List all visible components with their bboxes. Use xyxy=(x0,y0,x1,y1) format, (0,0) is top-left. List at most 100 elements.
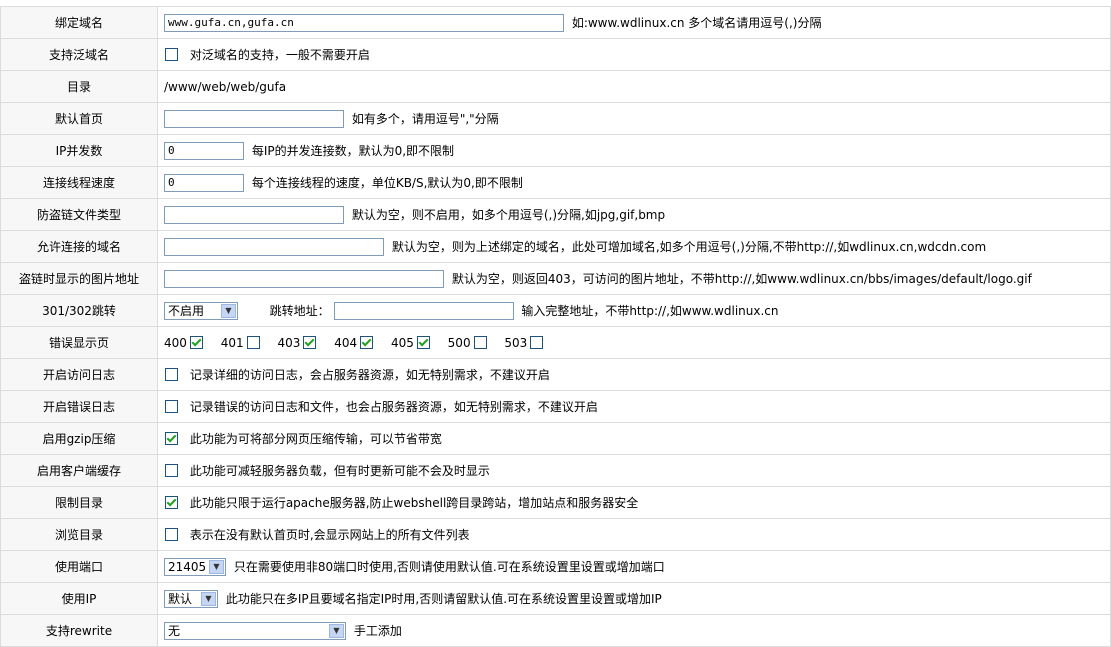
row-limitdir: 限制目录 此功能只限于运行apache服务器,防止webshell跨目录跨站，增… xyxy=(0,486,1111,519)
label-errorlog: 开启错误日志 xyxy=(0,390,158,423)
ipconn-input[interactable] xyxy=(164,141,244,160)
error-code-400: 400 xyxy=(164,335,187,350)
antileech-input[interactable] xyxy=(164,205,344,224)
gzip-hint: 此功能为可将部分网页压缩传输，可以节省带宽 xyxy=(189,432,442,446)
antileech-hint: 默认为空，则不启用，如多个用逗号(,)分隔,如jpg,gif,bmp xyxy=(351,208,666,222)
row-ipconn: IP并发数 每IP的并发连接数，默认为0,即不限制 xyxy=(0,134,1111,167)
label-limitdir: 限制目录 xyxy=(0,486,158,519)
label-port: 使用端口 xyxy=(0,550,158,583)
chevron-down-icon: ▼ xyxy=(221,303,236,318)
gzip-checkbox[interactable] xyxy=(165,432,178,445)
row-errorpage: 错误显示页 400 401 403 404 405 500 503 xyxy=(0,326,1111,359)
label-ipconn: IP并发数 xyxy=(0,134,158,167)
port-select[interactable]: 21405 ▼ xyxy=(164,557,226,576)
dir-value: /www/web/web/gufa xyxy=(164,79,287,94)
domain-input[interactable] xyxy=(164,13,564,32)
wildcard-hint: 对泛域名的支持，一般不需要开启 xyxy=(189,48,370,62)
label-index: 默认首页 xyxy=(0,102,158,135)
port-select-value: 21405 xyxy=(168,559,207,574)
wildcard-checkbox[interactable] xyxy=(165,48,178,61)
row-redirect: 301/302跳转 不启用 ▼ 跳转地址： 输入完整地址，不带http://,如… xyxy=(0,294,1111,327)
redirect-select[interactable]: 不启用 ▼ xyxy=(164,301,238,320)
useip-select-value: 默认 xyxy=(168,591,193,606)
browse-hint: 表示在没有默认首页时,会显示网站上的所有文件列表 xyxy=(189,528,470,542)
label-speed: 连接线程速度 xyxy=(0,166,158,199)
row-useip: 使用IP 默认 ▼ 此功能只在多IP且要域名指定IP时用,否则请留默认值.可在系… xyxy=(0,582,1111,615)
error-page-405-checkbox[interactable] xyxy=(416,336,430,350)
row-browse: 浏览目录 表示在没有默认首页时,会显示网站上的所有文件列表 xyxy=(0,518,1111,551)
row-allowdomain: 允许连接的域名 默认为空，则为上述绑定的域名，此处可增加域名,如多个用逗号(,)… xyxy=(0,230,1111,263)
error-page-500-checkbox[interactable] xyxy=(473,336,487,350)
redirect-hint: 输入完整地址，不带http://,如www.wdlinux.cn xyxy=(521,304,779,318)
limitdir-checkbox[interactable] xyxy=(165,496,178,509)
limitdir-hint: 此功能只限于运行apache服务器,防止webshell跨目录跨站，增加站点和服… xyxy=(189,496,639,510)
error-code-500: 500 xyxy=(447,335,471,350)
label-gzip: 启用gzip压缩 xyxy=(0,422,158,455)
rewrite-select-value: 无 xyxy=(168,623,181,638)
browse-checkbox[interactable] xyxy=(165,528,178,541)
error-code-401: 401 xyxy=(220,335,244,350)
rewrite-hint: 手工添加 xyxy=(353,624,402,638)
row-rewrite: 支持rewrite 无 ▼ 手工添加 xyxy=(0,614,1111,647)
error-page-list: 400 401 403 404 405 500 503 xyxy=(164,335,547,350)
label-domain: 绑定域名 xyxy=(0,6,158,39)
allowdomain-hint: 默认为空，则为上述绑定的域名，此处可增加域名,如多个用逗号(,)分隔,不带htt… xyxy=(391,240,987,254)
allowdomain-input[interactable] xyxy=(164,237,384,256)
error-page-400-checkbox[interactable] xyxy=(189,336,203,350)
leechimg-hint: 默认为空，则返回403，可访问的图片地址，不带http://,如www.wdli… xyxy=(451,272,1032,286)
label-rewrite: 支持rewrite xyxy=(0,614,158,647)
row-index: 默认首页 如有多个，请用逗号","分隔 xyxy=(0,102,1111,135)
chevron-down-icon: ▼ xyxy=(209,559,224,574)
rewrite-select[interactable]: 无 ▼ xyxy=(164,621,346,640)
useip-select[interactable]: 默认 ▼ xyxy=(164,589,218,608)
index-input[interactable] xyxy=(164,109,344,128)
label-errorpage: 错误显示页 xyxy=(0,326,158,359)
cache-checkbox[interactable] xyxy=(165,464,178,477)
row-dir: 目录 /www/web/web/gufa xyxy=(0,70,1111,103)
row-errorlog: 开启错误日志 记录错误的访问日志和文件，也会占服务器资源，如无特别需求，不建议开… xyxy=(0,390,1111,423)
redirect-input[interactable] xyxy=(333,301,514,320)
error-page-404-checkbox[interactable] xyxy=(360,336,374,350)
row-wildcard: 支持泛域名 对泛域名的支持，一般不需要开启 xyxy=(0,38,1111,71)
domain-hint: 如:www.wdlinux.cn 多个域名请用逗号(,)分隔 xyxy=(571,16,822,30)
label-wildcard: 支持泛域名 xyxy=(0,38,158,71)
label-useip: 使用IP xyxy=(0,582,158,615)
error-page-503-checkbox[interactable] xyxy=(530,336,544,350)
error-code-503: 503 xyxy=(504,335,528,350)
port-hint: 只在需要使用非80端口时使用,否则请使用默认值.可在系统设置里设置或增加端口 xyxy=(233,560,665,574)
label-redirect: 301/302跳转 xyxy=(0,294,158,327)
error-page-403-checkbox[interactable] xyxy=(303,336,317,350)
error-code-404: 404 xyxy=(334,335,358,350)
chevron-down-icon: ▼ xyxy=(329,623,344,638)
speed-input[interactable] xyxy=(164,173,244,192)
errorlog-checkbox[interactable] xyxy=(165,400,178,413)
speed-hint: 每个连接线程的速度，单位KB/S,默认为0,即不限制 xyxy=(251,176,523,190)
row-leechimg: 盗链时显示的图片地址 默认为空，则返回403，可访问的图片地址，不带http:/… xyxy=(0,262,1111,295)
index-hint: 如有多个，请用逗号","分隔 xyxy=(351,112,499,126)
row-domain: 绑定域名 如:www.wdlinux.cn 多个域名请用逗号(,)分隔 xyxy=(0,6,1111,39)
errorlog-hint: 记录错误的访问日志和文件，也会占服务器资源，如无特别需求，不建议开启 xyxy=(189,400,598,414)
ipconn-hint: 每IP的并发连接数，默认为0,即不限制 xyxy=(251,144,455,158)
accesslog-checkbox[interactable] xyxy=(165,368,178,381)
label-dir: 目录 xyxy=(0,70,158,103)
chevron-down-icon: ▼ xyxy=(201,591,216,606)
label-browse: 浏览目录 xyxy=(0,518,158,551)
useip-hint: 此功能只在多IP且要域名指定IP时用,否则请留默认值.可在系统设置里设置或增加I… xyxy=(225,592,662,606)
label-leechimg: 盗链时显示的图片地址 xyxy=(0,262,158,295)
site-settings-form: 绑定域名 如:www.wdlinux.cn 多个域名请用逗号(,)分隔 支持泛域… xyxy=(0,6,1111,647)
error-code-405: 405 xyxy=(390,335,414,350)
label-accesslog: 开启访问日志 xyxy=(0,358,158,391)
row-cache: 启用客户端缓存 此功能可减轻服务器负载，但有时更新可能不会及时显示 xyxy=(0,454,1111,487)
row-gzip: 启用gzip压缩 此功能为可将部分网页压缩传输，可以节省带宽 xyxy=(0,422,1111,455)
row-accesslog: 开启访问日志 记录详细的访问日志，会占服务器资源，如无特别需求，不建议开启 xyxy=(0,358,1111,391)
row-speed: 连接线程速度 每个连接线程的速度，单位KB/S,默认为0,即不限制 xyxy=(0,166,1111,199)
row-antileech: 防盗链文件类型 默认为空，则不启用，如多个用逗号(,)分隔,如jpg,gif,b… xyxy=(0,198,1111,231)
cache-hint: 此功能可减轻服务器负载，但有时更新可能不会及时显示 xyxy=(189,464,490,478)
redirect-addr-label: 跳转地址： xyxy=(269,304,330,318)
redirect-select-value: 不启用 xyxy=(168,303,205,318)
accesslog-hint: 记录详细的访问日志，会占服务器资源，如无特别需求，不建议开启 xyxy=(189,368,550,382)
label-cache: 启用客户端缓存 xyxy=(0,454,158,487)
leechimg-input[interactable] xyxy=(164,269,444,288)
label-allowdomain: 允许连接的域名 xyxy=(0,230,158,263)
error-page-401-checkbox[interactable] xyxy=(246,336,260,350)
